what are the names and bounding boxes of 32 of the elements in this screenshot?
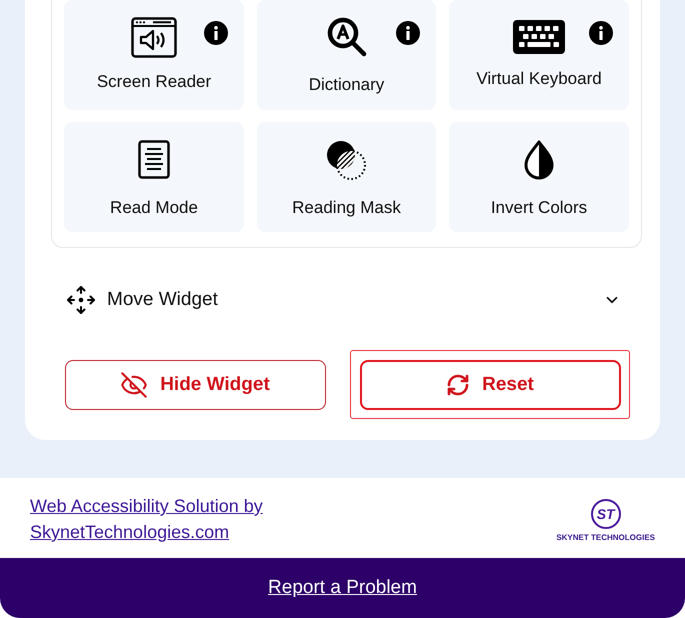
feature-tile[interactable]: Reading Mask [257,122,436,232]
keyboard-icon [513,20,565,54]
report-problem-link[interactable]: Report a Problem [268,577,417,599]
reading-mask-icon [326,140,367,181]
info-icon[interactable] [396,21,420,45]
screen-reader-icon [131,17,177,58]
feature-label: Screen Reader [96,72,212,92]
feature-tile[interactable]: Read Mode [64,122,244,232]
feature-label: Virtual Keyboard [476,69,602,89]
refresh-icon [446,372,470,396]
logo-text: SKYNET TECHNOLOGIES [556,532,655,542]
document-icon [138,140,170,179]
feature-tile[interactable]: Dictionary [257,0,436,110]
logo-mark: ST [590,498,621,528]
feature-label: Reading Mask [292,198,401,218]
info-icon[interactable] [204,21,228,45]
feature-label: Read Mode [110,198,198,218]
move-widget-label: Move Widget [107,289,219,311]
feature-tile[interactable]: Screen Reader [64,0,244,110]
move-widget-row[interactable]: Move Widget [65,285,628,315]
accessibility-solution-link[interactable]: Web Accessibility Solution by SkynetTechnologies.com [30,493,295,545]
magnifier-icon [326,16,368,58]
feature-tile[interactable]: Invert Colors [449,122,629,232]
feature-tile[interactable]: Virtual Keyboard [449,0,629,110]
contrast-drop-icon [523,140,555,180]
feature-label: Invert Colors [490,198,588,218]
reset-button[interactable]: Reset [360,360,620,410]
eye-off-icon [120,370,148,398]
feature-label: Dictionary [308,75,384,95]
move-arrows-icon [66,285,96,315]
info-icon[interactable] [589,21,613,45]
hide-widget-button[interactable]: Hide Widget [64,360,326,410]
